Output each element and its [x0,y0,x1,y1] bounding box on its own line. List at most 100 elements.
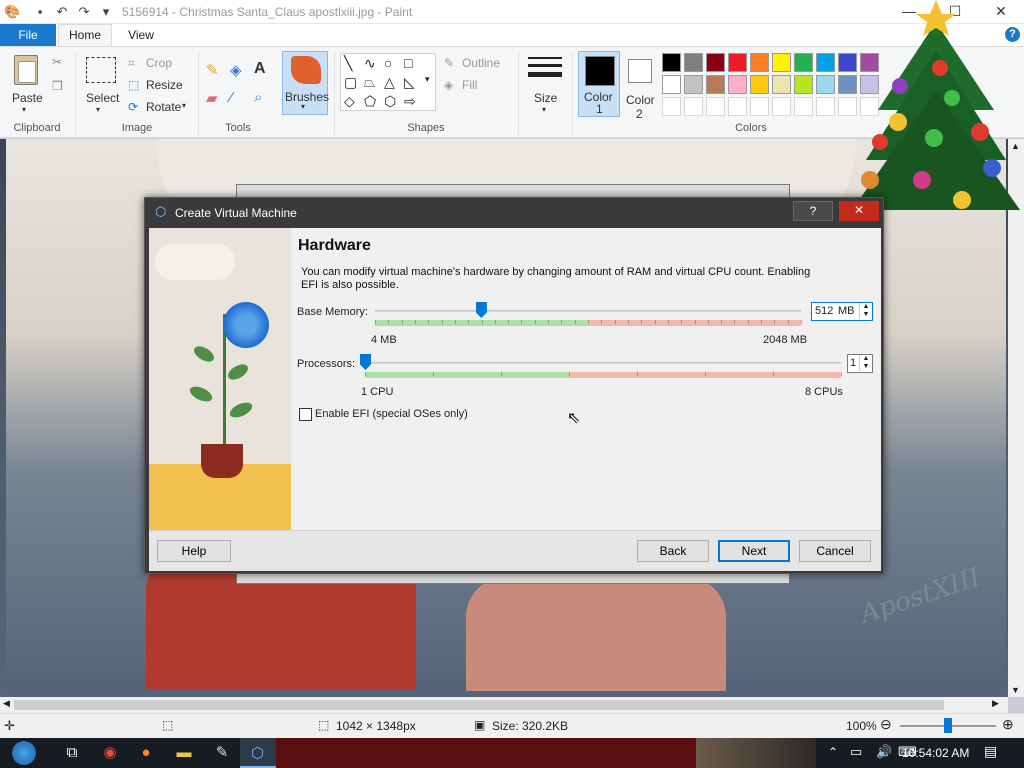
start-button[interactable] [6,738,42,768]
palette-color-swatch[interactable] [816,75,835,94]
resize-button[interactable]: Resize [146,78,183,92]
scroll-right-icon[interactable]: ▶ [992,698,999,709]
diamond-icon[interactable]: ◇ [344,93,355,110]
cancel-button[interactable]: Cancel [799,540,871,562]
redo-icon[interactable]: ↷ [76,4,92,20]
horizontal-scroll-thumb[interactable] [14,700,944,710]
line-shape-icon[interactable]: ╲ [344,55,352,72]
rectangle-shape-icon[interactable]: □ [404,55,412,71]
polygon-icon[interactable]: ⏢ [364,74,375,91]
help-button[interactable]: Help [157,540,231,562]
palette-color-swatch[interactable] [684,75,703,94]
palette-empty-swatch[interactable] [684,97,703,116]
outline-button[interactable]: Outline [462,56,500,70]
paint-taskbar-icon[interactable]: ✎ [204,738,240,768]
memory-down-icon[interactable]: ▼ [859,311,872,319]
firefox-icon[interactable]: ● [128,738,164,768]
select-button[interactable]: Select [86,91,119,105]
dialog-title-bar[interactable]: ⬡ Create Virtual Machine ? ✕ [145,198,883,226]
base-memory-slider-handle[interactable] [475,302,487,318]
zoom-in-icon[interactable]: ⊕ [1002,716,1014,733]
palette-empty-swatch[interactable] [816,97,835,116]
magnifier-icon[interactable]: ⌕ [254,89,262,106]
palette-color-swatch[interactable] [794,53,813,72]
tab-file[interactable]: File [0,24,56,46]
oval-shape-icon[interactable]: ○ [384,55,392,71]
scroll-left-icon[interactable]: ◀ [3,698,10,709]
horizontal-scrollbar[interactable]: ◀ ▶ [0,697,1008,713]
enable-efi-checkbox[interactable] [299,408,312,421]
show-hidden-icons-icon[interactable]: ⌃ [828,745,838,759]
processors-slider[interactable] [365,362,841,364]
pencil-icon[interactable]: ✎ [206,61,219,79]
palette-empty-swatch[interactable] [728,97,747,116]
paste-button[interactable] [8,53,44,91]
size-button[interactable]: Size [534,91,557,105]
chrome-icon[interactable]: ◉ [92,738,128,768]
crop-button[interactable]: Crop [146,56,172,70]
palette-empty-swatch[interactable] [772,97,791,116]
palette-color-swatch[interactable] [772,75,791,94]
shapes-more-icon[interactable]: ▾ [425,74,430,85]
processors-input[interactable]: 1 ▲ ▼ [847,354,873,373]
memory-up-icon[interactable]: ▲ [859,303,872,311]
triangle-icon[interactable]: △ [384,74,395,91]
select-icon[interactable] [86,57,116,83]
palette-color-swatch[interactable] [684,53,703,72]
virtualbox-taskbar-icon[interactable]: ⬡ [240,738,276,768]
palette-empty-swatch[interactable] [794,97,813,116]
file-explorer-icon[interactable]: ▬ [166,738,202,768]
dialog-help-button[interactable]: ? [793,201,833,221]
palette-color-swatch[interactable] [706,75,725,94]
palette-empty-swatch[interactable] [662,97,681,116]
scroll-down-icon[interactable]: ▼ [1011,685,1020,695]
cpu-down-icon[interactable]: ▼ [859,363,872,371]
rotate-button[interactable]: Rotate [146,100,181,114]
dialog-close-button[interactable]: ✕ [839,201,879,221]
right-triangle-icon[interactable]: ◺ [404,74,415,91]
base-memory-input[interactable]: 512 MB ▲ ▼ [811,302,873,321]
clock[interactable]: 10:54:02 AM [902,746,969,760]
zoom-slider-thumb[interactable] [944,718,952,733]
eraser-icon[interactable]: ▰ [206,89,218,107]
processors-slider-handle[interactable] [360,354,371,370]
curve-shape-icon[interactable]: ∿ [364,55,376,72]
base-memory-slider[interactable] [375,310,801,312]
paint-app-icon[interactable]: 🎨 [4,4,20,20]
fill-bucket-icon[interactable]: ◈ [230,61,242,79]
network-icon[interactable]: ▭ [850,744,862,760]
color1-button[interactable]: Color 1 [578,51,620,117]
zoom-out-icon[interactable]: ⊖ [880,716,892,733]
palette-color-swatch[interactable] [728,75,747,94]
fill-button[interactable]: Fill [462,78,477,92]
size-icon[interactable] [528,55,562,85]
cpu-up-icon[interactable]: ▲ [859,355,872,363]
brushes-button[interactable]: Brushes ▾ [282,51,329,115]
volume-icon[interactable]: 🔊 [876,744,892,760]
undo-icon[interactable]: ↶ [54,4,70,20]
palette-color-swatch[interactable] [750,75,769,94]
color2-button[interactable]: Color 2 [624,51,658,121]
pentagon-icon[interactable]: ⬠ [364,93,376,110]
action-center-icon[interactable]: ▤ [984,743,997,760]
palette-empty-swatch[interactable] [750,97,769,116]
next-button[interactable]: Next [718,540,790,562]
palette-color-swatch[interactable] [794,75,813,94]
hexagon-icon[interactable]: ⬡ [384,93,396,110]
palette-color-swatch[interactable] [750,53,769,72]
task-view-icon[interactable]: ⧉ [54,738,90,768]
save-icon[interactable]: ▪ [32,4,48,20]
cut-icon[interactable]: ✂ [52,55,62,69]
palette-color-swatch[interactable] [662,75,681,94]
tab-view[interactable]: View [116,24,166,46]
back-button[interactable]: Back [637,540,709,562]
enable-efi-label[interactable]: Enable EFI (special OSes only) [315,408,468,420]
palette-color-swatch[interactable] [772,53,791,72]
shapes-gallery[interactable]: ╲ ∿ ○ □ ▢ ⏢ △ ◺ ◇ ⬠ ⬡ ⇨ ▾ [340,53,436,111]
customize-qat-icon[interactable]: ▾ [98,4,114,20]
palette-color-swatch[interactable] [706,53,725,72]
palette-color-swatch[interactable] [728,53,747,72]
color-picker-icon[interactable]: ⁄ [230,89,233,106]
tab-home[interactable]: Home [58,24,112,47]
copy-icon[interactable]: ❐ [52,79,63,93]
